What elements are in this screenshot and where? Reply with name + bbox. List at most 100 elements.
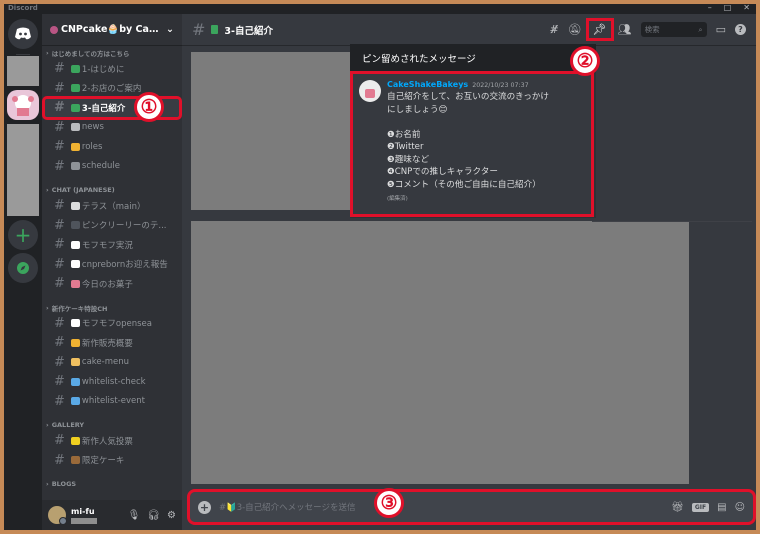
channel-label: 限定ケーキ	[81, 456, 125, 467]
gif-button[interactable]: GIF	[691, 502, 710, 512]
message-line: 自己紹介をして、お互いの交流のきっかけ	[387, 92, 549, 102]
header-toolbar: #̸ 🔕︎ 📌︎ 👥︎ 検索 ⌕ ▭ ?	[549, 18, 746, 41]
channel-title: 3-自己紹介	[224, 25, 273, 37]
category-name: 新作ケーキ特設CH	[51, 304, 108, 313]
category-gap	[42, 294, 182, 302]
pinned-messages-button[interactable]: 📌︎	[585, 18, 614, 41]
channel-item[interactable]: # news	[44, 118, 180, 138]
emoji-icon[interactable]: ☺	[735, 502, 745, 513]
add-server-button[interactable]: +	[8, 220, 38, 250]
pinned-messages-popover: ピン留めされたメッセージ CakeShakeBakeys 2022/10/23 …	[350, 44, 596, 218]
channel-label: news	[81, 122, 104, 133]
channel-item[interactable]: # 新作人気投票	[44, 431, 180, 451]
channel-item[interactable]: #2-お店のご案内	[44, 79, 180, 99]
channel-item[interactable]: # 限定ケーキ	[44, 451, 180, 471]
message-line: ❹CNPでの推しキャラクター	[387, 167, 498, 177]
explore-servers-button[interactable]	[8, 253, 38, 283]
attach-plus-icon[interactable]: +	[198, 500, 211, 514]
category-header[interactable]: › BLOGS	[42, 478, 182, 490]
channel-item[interactable]: # テラス（main）	[44, 196, 180, 216]
channel-label: テラス（main）	[81, 201, 146, 212]
message-image[interactable]	[191, 221, 689, 484]
message-line: ❸趣味など	[387, 154, 430, 165]
guild-header[interactable]: CNPcake🧁by Cak... ⌄	[42, 14, 182, 46]
channel-label: モフモフopensea	[81, 319, 152, 330]
minimize-button[interactable]: –	[708, 4, 712, 12]
message-input[interactable]: #🔰3-自己紹介へメッセージを送信	[219, 501, 663, 513]
channel-item[interactable]: # whitelist-check	[44, 372, 180, 392]
user-info: mi-fu	[71, 507, 123, 524]
hashtag-icon: #	[54, 276, 65, 292]
channel-item[interactable]: # whitelist-event	[44, 392, 180, 412]
notification-bell-off-icon[interactable]: 🔕︎	[568, 23, 582, 36]
channel-emoji-icon	[70, 338, 80, 347]
category-header[interactable]: › はじめましての方はこちら	[42, 47, 182, 59]
avatar[interactable]	[48, 506, 67, 525]
channel-label: cnprebornお迎え報告	[81, 260, 168, 271]
author-name[interactable]: CakeShakeBakeys	[387, 80, 468, 89]
hashtag-icon: #	[54, 335, 65, 351]
channel-item[interactable]: # roles	[44, 137, 180, 157]
sticker-icon[interactable]: ▤	[717, 502, 726, 513]
channel-label: whitelist-check	[81, 376, 146, 387]
channel-item[interactable]: # 今日のお菓子	[44, 274, 180, 294]
microphone-icon[interactable]: 🎙︎	[128, 510, 141, 521]
message-composer[interactable]: + #🔰3-自己紹介へメッセージを送信 🎁︎ GIF ▤ ☺	[187, 489, 756, 525]
channel-emoji-icon	[70, 240, 80, 249]
member-list-icon[interactable]: 👥︎	[618, 23, 632, 36]
chevron-icon: ›	[46, 421, 49, 429]
channel-sidebar: CNPcake🧁by Cak... ⌄ › はじめましての方はこちら #1-はじめに…	[42, 14, 182, 530]
search-input[interactable]: 検索 ⌕	[640, 22, 707, 37]
close-button[interactable]: ✕	[743, 4, 750, 12]
channel-item[interactable]: # schedule	[44, 157, 180, 177]
pinned-header: ピン留めされたメッセージ	[350, 44, 596, 71]
channel-emoji-icon	[70, 64, 80, 73]
channel-emoji-icon	[70, 142, 80, 151]
message-image[interactable]	[191, 52, 353, 210]
channel-label: 3-自己紹介	[81, 103, 126, 114]
channel-item[interactable]: # ピンクリーリーのテ...	[44, 216, 180, 236]
help-icon[interactable]: ?	[735, 24, 746, 35]
server-icon[interactable]	[7, 56, 39, 86]
channel-emoji-icon	[70, 319, 80, 328]
message-meta: CakeShakeBakeys 2022/10/23 07:37	[387, 80, 549, 89]
server-icon[interactable]	[7, 124, 39, 216]
gear-icon[interactable]: ⚙	[167, 510, 176, 521]
channel-emoji-icon	[70, 260, 80, 269]
search-placeholder: 検索	[644, 25, 660, 34]
category-header[interactable]: › GALLERY	[42, 419, 182, 431]
title-bar: Discord – □ ✕	[4, 4, 756, 14]
channel-label: 2-お店のご案内	[81, 84, 142, 95]
message-line	[387, 116, 549, 129]
channel-item[interactable]: # モフモフ実況	[44, 235, 180, 255]
discord-home-button[interactable]	[8, 19, 38, 49]
category-name: CHAT (JAPANESE)	[51, 186, 115, 194]
headphones-icon[interactable]: 🎧︎	[147, 510, 160, 521]
hashtag-icon: #	[54, 198, 65, 214]
category-header[interactable]: › CHAT (JAPANESE)	[42, 184, 182, 196]
author-avatar[interactable]	[359, 80, 381, 102]
channel-label: ピンクリーリーのテ...	[81, 221, 167, 232]
inbox-icon[interactable]: ▭	[716, 23, 726, 36]
gift-icon[interactable]: 🎁︎	[671, 502, 684, 513]
pinned-message[interactable]: CakeShakeBakeys 2022/10/23 07:37 自己紹介をして…	[350, 71, 594, 217]
hashtag-icon: #	[54, 315, 65, 331]
channel-item[interactable]: # cnprebornお迎え報告	[44, 255, 180, 275]
chevron-icon: ›	[46, 303, 49, 312]
guild-badge-icon	[50, 25, 58, 34]
maximize-button[interactable]: □	[724, 4, 732, 12]
channel-item[interactable]: #1-はじめに	[44, 59, 180, 79]
hashtag-icon: #	[54, 452, 65, 468]
channel-label: cake-menu	[81, 357, 129, 368]
channel-label: 1-はじめに	[81, 64, 125, 75]
chevron-icon: ›	[46, 480, 49, 488]
hashtag-icon: #	[54, 374, 65, 390]
channel-item[interactable]: # cake-menu	[44, 353, 180, 373]
category-header[interactable]: › 新作ケーキ特設CH	[42, 302, 182, 314]
search-icon: ⌕	[698, 24, 703, 34]
channel-item[interactable]: # 新作販売概要	[44, 333, 180, 353]
server-icon-cnpcake[interactable]	[7, 90, 39, 120]
username: mi-fu	[71, 506, 95, 516]
channel-item[interactable]: # モフモフopensea	[44, 314, 180, 334]
threads-icon[interactable]: #̸	[549, 23, 558, 36]
